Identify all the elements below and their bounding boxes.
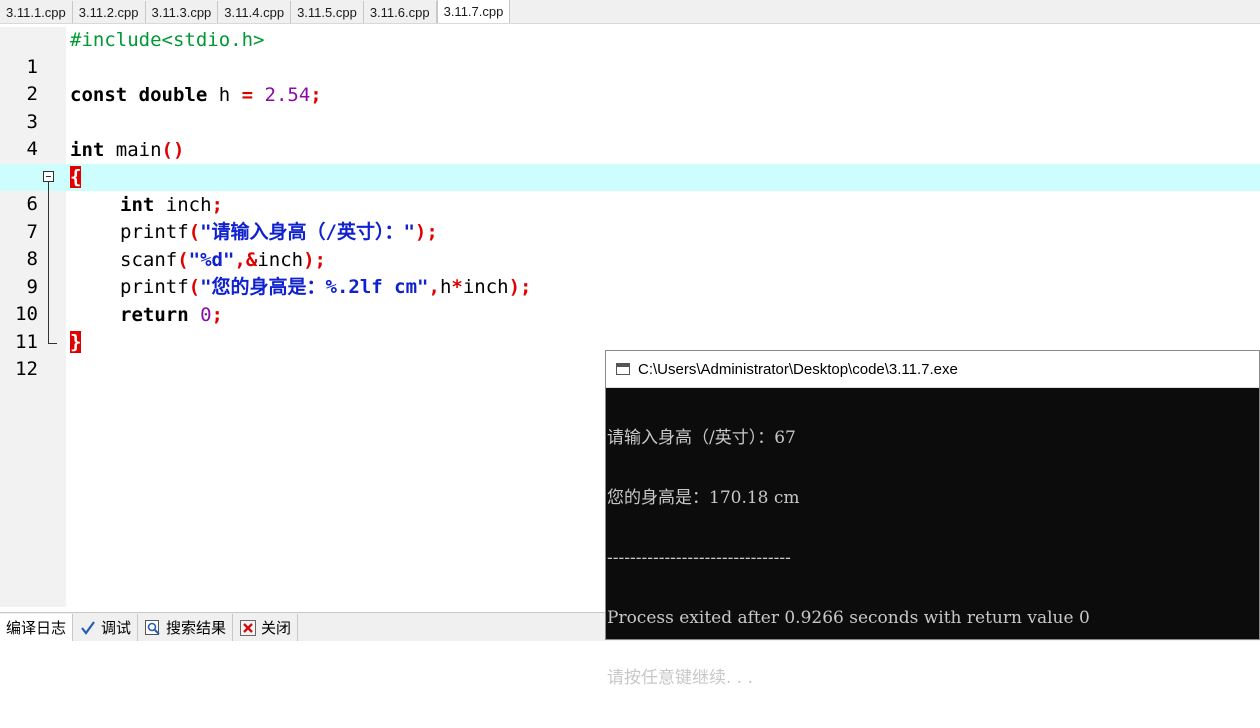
console-title: C:\Users\Administrator\Desktop\code\3.11… — [638, 360, 958, 378]
fold-collapse-icon[interactable] — [43, 171, 54, 182]
keyword-const: const — [70, 84, 128, 106]
fold-guide-line — [48, 182, 49, 329]
number-literal: 0 — [188, 304, 212, 326]
search-results-icon — [144, 619, 162, 637]
fold-end-marker — [48, 329, 57, 344]
open-paren: ( — [177, 249, 189, 271]
function-printf: printf — [120, 221, 189, 243]
identifier-inch: inch — [154, 194, 212, 216]
keyword-double: double — [138, 84, 208, 106]
string-literal: "请输入身高（/英寸）：" — [200, 221, 415, 243]
code-line-8[interactable]: 8 printf("请输入身高（/英寸）："); — [0, 219, 1260, 270]
keyword-return: return — [120, 304, 189, 326]
close-paren-semicolon: ); — [303, 249, 326, 271]
code-line-5[interactable]: 5 int main() — [0, 137, 1260, 188]
close-paren-semicolon: ); — [508, 276, 532, 298]
identifier-main: main — [104, 139, 162, 161]
keyword-int: int — [120, 194, 155, 216]
identifier-h: h — [439, 276, 452, 298]
tab-search-results[interactable]: 搜索结果 — [138, 614, 234, 641]
comma: , — [428, 276, 440, 298]
open-paren: ( — [188, 276, 201, 298]
identifier-inch: inch — [257, 249, 304, 271]
semicolon: ; — [310, 84, 322, 106]
code-line-1[interactable]: 1 #include<stdio.h> — [0, 27, 1260, 78]
tab-3-11-3[interactable]: 3.11.3.cpp — [146, 1, 219, 23]
console-window-icon — [616, 363, 630, 375]
debug-check-icon — [79, 619, 97, 637]
code-line-6[interactable]: 6 { — [0, 164, 1260, 215]
number-literal: 2.54 — [253, 84, 311, 106]
tab-compile-log-label: 编译日志 — [6, 619, 67, 637]
console-line-result: 您的身高是：170.18 cm — [607, 488, 800, 508]
tab-3-11-6[interactable]: 3.11.6.cpp — [364, 1, 437, 23]
tab-3-11-5[interactable]: 3.11.5.cpp — [291, 1, 364, 23]
close-panel-icon — [239, 619, 257, 637]
line-number: 12 — [15, 358, 38, 380]
preprocessor-directive: #include<stdio.h> — [70, 29, 265, 51]
identifier-inch: inch — [462, 276, 509, 298]
tab-3-11-1[interactable]: 3.11.1.cpp — [0, 1, 73, 23]
console-title-bar[interactable]: C:\Users\Administrator\Desktop\code\3.11… — [606, 351, 1259, 388]
code-line-7[interactable]: 7 int inch; — [0, 192, 1260, 243]
code-line-11[interactable]: 11 return 0; — [0, 302, 1260, 353]
string-literal: "%d" — [188, 249, 235, 271]
operator-assign: = — [241, 84, 254, 106]
tab-debug-label: 调试 — [101, 619, 132, 637]
comma-address-of: ,& — [234, 249, 258, 271]
tab-compile-log[interactable]: 编译日志 — [0, 614, 74, 641]
close-brace: } — [70, 331, 82, 353]
code-line-3[interactable]: 3 const double h = 2.54; — [0, 82, 1260, 133]
open-brace: { — [70, 166, 82, 188]
tab-close-panel[interactable]: 关闭 — [233, 614, 299, 641]
semicolon: ; — [211, 194, 223, 216]
operator-multiply: * — [451, 276, 463, 298]
semicolon: ; — [211, 304, 223, 326]
file-tab-bar: 3.11.1.cpp 3.11.2.cpp 3.11.3.cpp 3.11.4.… — [0, 0, 1260, 24]
console-line-separator: -------------------------------- — [607, 548, 791, 568]
code-line-4[interactable]: 4 — [0, 109, 1260, 160]
string-literal: "您的身高是：%.2lf cm" — [200, 276, 429, 298]
identifier-h: h — [207, 84, 242, 106]
console-line-prompt: 请输入身高（/英寸）：67 — [607, 428, 796, 448]
function-printf: printf — [120, 276, 189, 298]
code-line-10[interactable]: 10 printf("您的身高是：%.2lf cm",h*inch); — [0, 274, 1260, 325]
tab-search-results-label: 搜索结果 — [166, 619, 227, 637]
open-paren: ( — [188, 221, 201, 243]
parentheses: () — [161, 139, 185, 161]
tab-3-11-2[interactable]: 3.11.2.cpp — [73, 1, 146, 23]
tab-close-panel-label: 关闭 — [261, 619, 292, 637]
console-line-exit: Process exited after 0.9266 seconds with… — [607, 608, 1090, 628]
function-scanf: scanf — [120, 249, 178, 271]
close-paren-semicolon: ); — [414, 221, 438, 243]
tab-3-11-4[interactable]: 3.11.4.cpp — [218, 1, 292, 23]
console-output[interactable]: 请输入身高（/英寸）：67 您的身高是：170.18 cm ----------… — [606, 388, 1259, 728]
tab-debug[interactable]: 调试 — [73, 614, 139, 641]
code-line-2[interactable]: 2 — [0, 54, 1260, 105]
code-line-9[interactable]: 9 scanf("%d",&inch); — [0, 247, 1260, 298]
tab-3-11-7[interactable]: 3.11.7.cpp — [436, 0, 511, 23]
console-line-press-key: 请按任意键继续. . . — [607, 668, 754, 688]
keyword-int: int — [70, 139, 105, 161]
console-window[interactable]: C:\Users\Administrator\Desktop\code\3.11… — [605, 350, 1260, 688]
